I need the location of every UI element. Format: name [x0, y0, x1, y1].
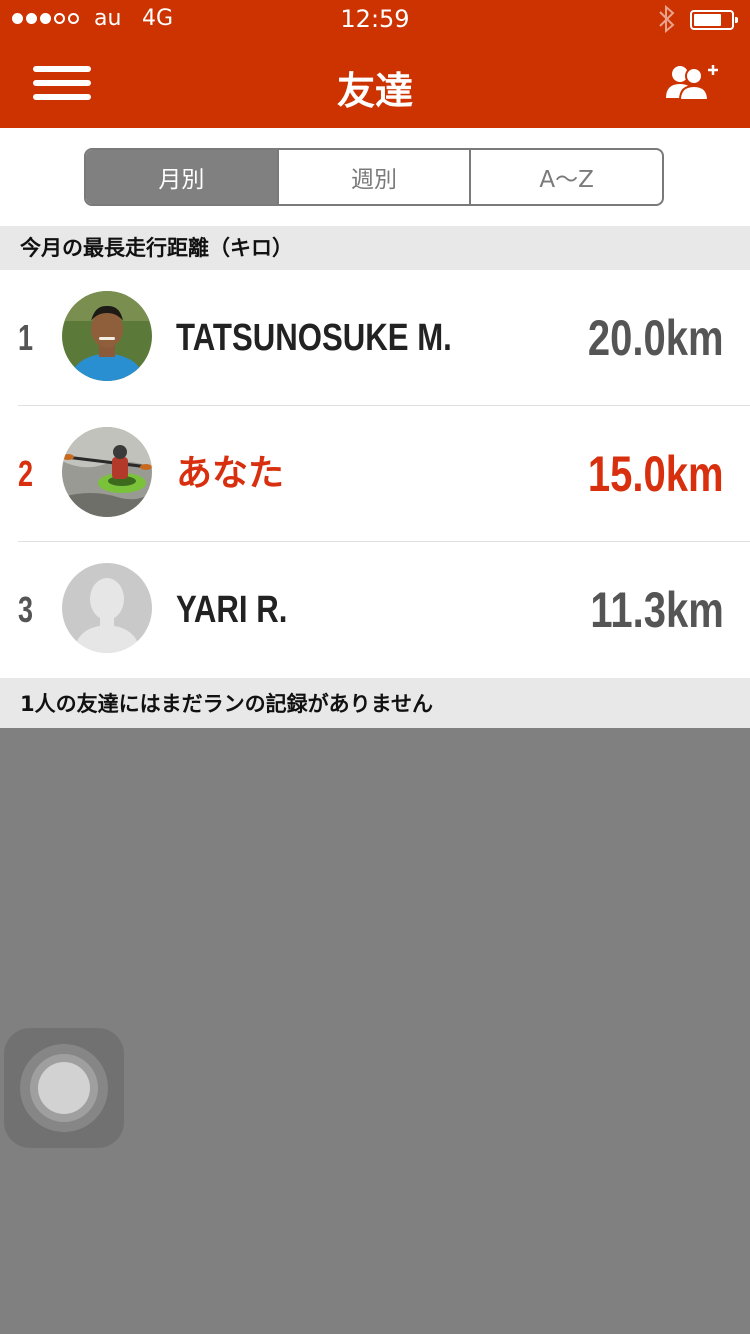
friend-name: YARI R.	[176, 589, 288, 631]
rank-number: 3	[18, 589, 34, 630]
friend-name: あなた	[176, 453, 285, 494]
leaderboard-row-you[interactable]: 2 あなた 15.0km	[0, 406, 750, 542]
battery-icon	[690, 10, 738, 30]
add-friend-icon[interactable]	[664, 62, 722, 104]
rank-number: 1	[18, 317, 34, 358]
segment-a-to-z[interactable]: A〜Z	[469, 150, 662, 204]
segment-monthly[interactable]: 月別	[86, 150, 277, 204]
segment-weekly[interactable]: 週別	[276, 150, 470, 204]
segment-bar: 月別 週別 A〜Z	[0, 128, 750, 226]
friend-distance: 11.3km	[590, 582, 724, 638]
kayak-photo-avatar	[62, 427, 152, 517]
bluetooth-icon	[656, 4, 678, 38]
photo-avatar	[62, 291, 152, 381]
status-bar: au 4G 12:59	[0, 0, 750, 40]
leaderboard-list: 1 TATSUNOSUKE M. 20.0km 2 あなた 15.0km 3 Y…	[0, 270, 750, 678]
friend-distance: 20.0km	[588, 310, 724, 366]
status-time: 12:59	[340, 5, 410, 33]
friend-name: TATSUNOSUKE M.	[176, 317, 452, 359]
period-segmented-control: 月別 週別 A〜Z	[84, 148, 664, 206]
assistive-touch-icon[interactable]	[4, 1028, 124, 1148]
no-records-note: 1人の友達にはまだランの記録がありません	[0, 678, 750, 728]
leaderboard-row[interactable]: 3 YARI R. 11.3km	[0, 542, 750, 678]
default-person-avatar	[62, 563, 152, 653]
section-title: 今月の最長走行距離（キロ）	[0, 226, 750, 270]
leaderboard-row[interactable]: 1 TATSUNOSUKE M. 20.0km	[0, 270, 750, 406]
rank-number: 2	[18, 453, 34, 494]
header: au 4G 12:59 友達	[0, 0, 750, 128]
page-title: 友達	[336, 69, 413, 113]
friend-distance: 15.0km	[588, 446, 724, 502]
